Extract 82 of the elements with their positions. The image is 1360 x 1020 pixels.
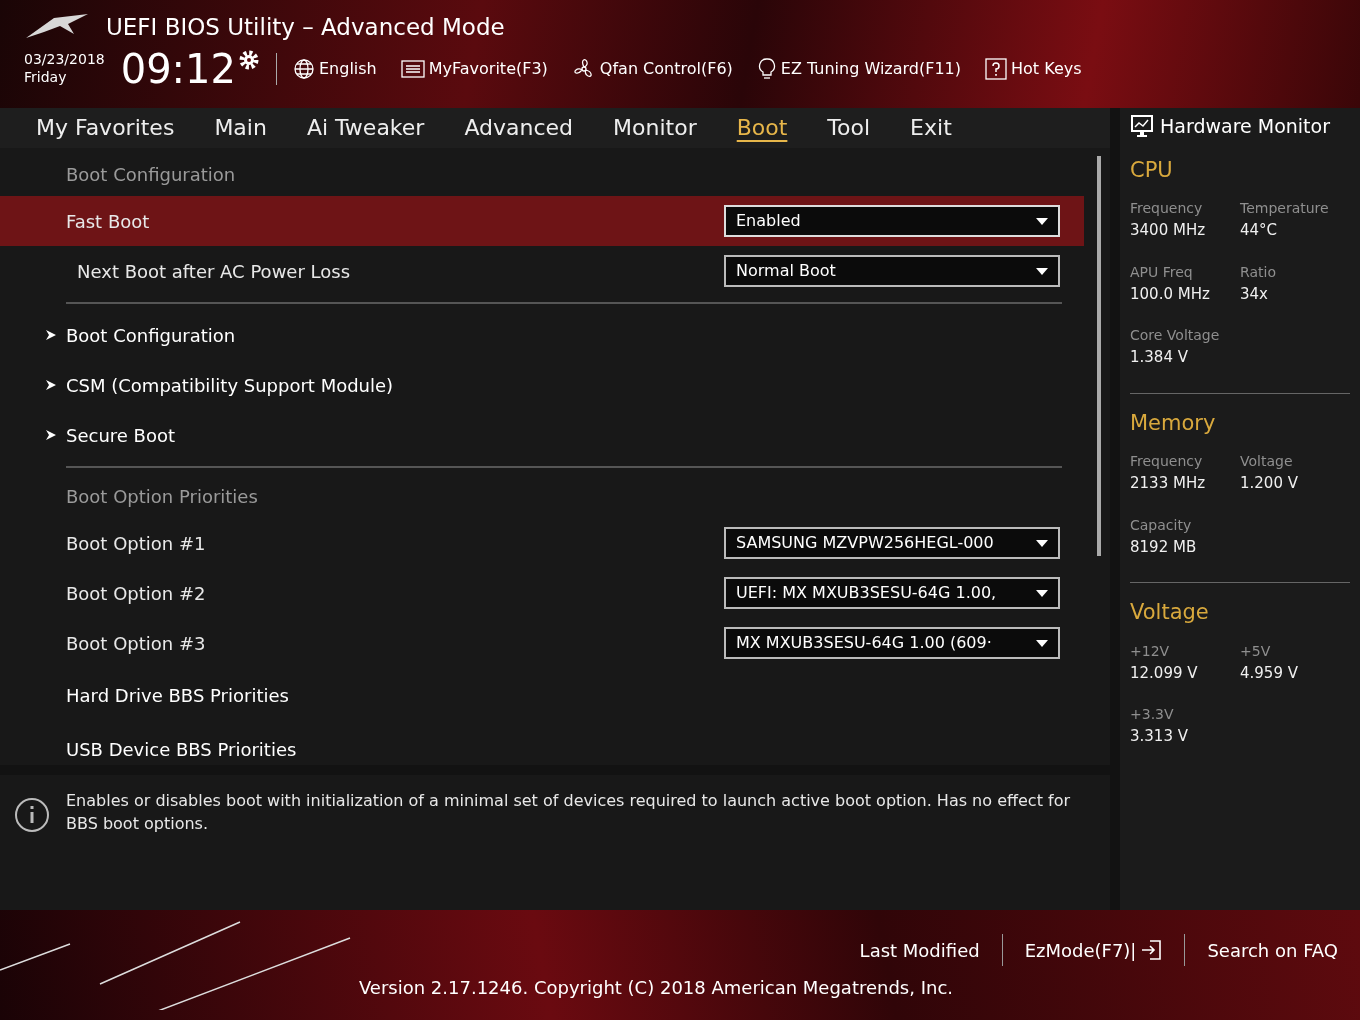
help-icon bbox=[985, 57, 1008, 80]
reading-value: 4.959 V bbox=[1240, 662, 1299, 684]
menu-tab[interactable]: Ai Tweaker bbox=[286, 108, 445, 148]
menu-tab[interactable]: Exit bbox=[890, 108, 972, 148]
section-title: Memory bbox=[1130, 409, 1217, 437]
submenu-link[interactable]: Boot Configuration bbox=[46, 321, 236, 349]
clock-text: 09:12 bbox=[120, 48, 236, 89]
reading-label: +5V bbox=[1240, 641, 1272, 661]
globe-icon bbox=[293, 57, 315, 80]
info-icon bbox=[14, 797, 50, 833]
reading-value: 8192 MB bbox=[1130, 536, 1198, 558]
menu-tab[interactable]: My Favorites bbox=[16, 108, 195, 148]
menu-tab[interactable]: Tool bbox=[807, 108, 891, 148]
reading-label: +12V bbox=[1130, 641, 1171, 661]
reading-value: 2133 MHz bbox=[1130, 473, 1207, 494]
caret-icon bbox=[1036, 589, 1048, 597]
section-heading: Boot Option Priorities bbox=[66, 484, 258, 509]
bulb-icon bbox=[756, 56, 777, 81]
reading-value: 100.0 MHz bbox=[1130, 283, 1211, 305]
setting-label: Boot Option #3 bbox=[66, 631, 206, 656]
setting-label: Next Boot after AC Power Loss bbox=[76, 259, 351, 284]
menu-tab[interactable]: Monitor bbox=[593, 108, 717, 148]
reading-value: 3400 MHz bbox=[1130, 220, 1207, 241]
caret-icon bbox=[1036, 267, 1048, 275]
chevron-icon bbox=[46, 330, 56, 340]
caret-icon bbox=[1036, 639, 1048, 647]
setting-label: Boot Option #1 bbox=[66, 531, 206, 556]
footer-link[interactable]: Search on FAQ bbox=[1185, 936, 1360, 964]
caret-icon bbox=[1036, 217, 1048, 225]
toolbar-button[interactable]: English bbox=[293, 56, 377, 81]
date-text: 03/23/2018 bbox=[24, 51, 105, 69]
version-text: Version 2.17.1246. Copyright (C) 2018 American Megatrends, Inc. bbox=[358, 977, 954, 998]
reading-value: 44°C bbox=[1240, 220, 1279, 241]
reading-value: 1.384 V bbox=[1130, 347, 1189, 368]
day-text: Friday bbox=[24, 68, 68, 86]
reading-label: +3.3V bbox=[1130, 705, 1175, 724]
dropdown[interactable]: MX MXUB3SESU-64G 1.00 (609· bbox=[724, 627, 1060, 659]
panel-title: Hardware Monitor bbox=[1160, 114, 1330, 139]
caret-icon bbox=[1036, 539, 1048, 547]
dropdown[interactable]: SAMSUNG MZVPW256HEGL-000 bbox=[724, 527, 1060, 559]
menu-tab[interactable]: Boot bbox=[716, 108, 808, 148]
setting-label: Boot Option #2 bbox=[66, 581, 206, 606]
monitor-icon bbox=[1130, 114, 1154, 139]
list-icon bbox=[400, 58, 425, 79]
reading-label: Voltage bbox=[1240, 452, 1294, 471]
reading-label: Temperature bbox=[1240, 199, 1330, 218]
submenu-link[interactable]: CSM (Compatibility Support Module) bbox=[46, 371, 394, 399]
footer-link[interactable]: Last Modified bbox=[837, 936, 1002, 964]
reading-label: Core Voltage bbox=[1130, 326, 1221, 345]
scrollbar[interactable] bbox=[1097, 156, 1101, 556]
reading-value: 12.099 V bbox=[1130, 662, 1199, 684]
window-title: UEFI BIOS Utility – Advanced Mode bbox=[106, 13, 505, 42]
toolbar-button[interactable]: MyFavorite(F3) bbox=[400, 56, 548, 81]
section-title: CPU bbox=[1130, 156, 1174, 184]
toolbar-button[interactable]: Hot Keys bbox=[985, 56, 1082, 81]
section-heading: Boot Configuration bbox=[66, 162, 236, 187]
submenu-link[interactable]: Hard Drive BBS Priorities bbox=[66, 681, 289, 709]
chevron-icon bbox=[46, 430, 56, 440]
reading-value: 3.313 V bbox=[1130, 726, 1189, 747]
chevron-icon bbox=[46, 380, 56, 390]
reading-value: 1.200 V bbox=[1240, 473, 1299, 494]
reading-label: APU Freq bbox=[1130, 262, 1194, 282]
help-text: Enables or disables boot with initialization of a minimal set of devices required to launch active boot option. Has no effect for BBS boot options. bbox=[66, 790, 1071, 836]
reading-label: Frequency bbox=[1130, 452, 1204, 471]
section-title: Voltage bbox=[1130, 599, 1210, 626]
reading-label: Ratio bbox=[1240, 262, 1277, 282]
toolbar-button[interactable]: Qfan Control(F6) bbox=[571, 56, 733, 81]
dropdown[interactable]: Normal Boot bbox=[724, 255, 1060, 287]
reading-label: Frequency bbox=[1130, 199, 1204, 218]
submenu-link[interactable]: USB Device BBS Priorities bbox=[66, 735, 297, 763]
submenu-link[interactable]: Secure Boot bbox=[46, 421, 176, 449]
dropdown[interactable]: Enabled bbox=[724, 205, 1060, 237]
gear-icon[interactable] bbox=[238, 48, 260, 71]
dropdown[interactable]: UEFI: MX MXUB3SESU-64G 1.00, bbox=[724, 577, 1060, 609]
menu-tab[interactable]: Advanced bbox=[444, 108, 594, 148]
menu-tab[interactable]: Main bbox=[194, 108, 287, 148]
setting-label: Fast Boot bbox=[66, 209, 150, 234]
exit-icon bbox=[1140, 939, 1163, 961]
reading-value: 34x bbox=[1240, 283, 1269, 305]
toolbar-button[interactable]: EZ Tuning Wizard(F11) bbox=[756, 56, 962, 81]
footer-link[interactable]: EzMode(F7)| bbox=[1002, 936, 1185, 964]
reading-label: Capacity bbox=[1130, 515, 1193, 535]
